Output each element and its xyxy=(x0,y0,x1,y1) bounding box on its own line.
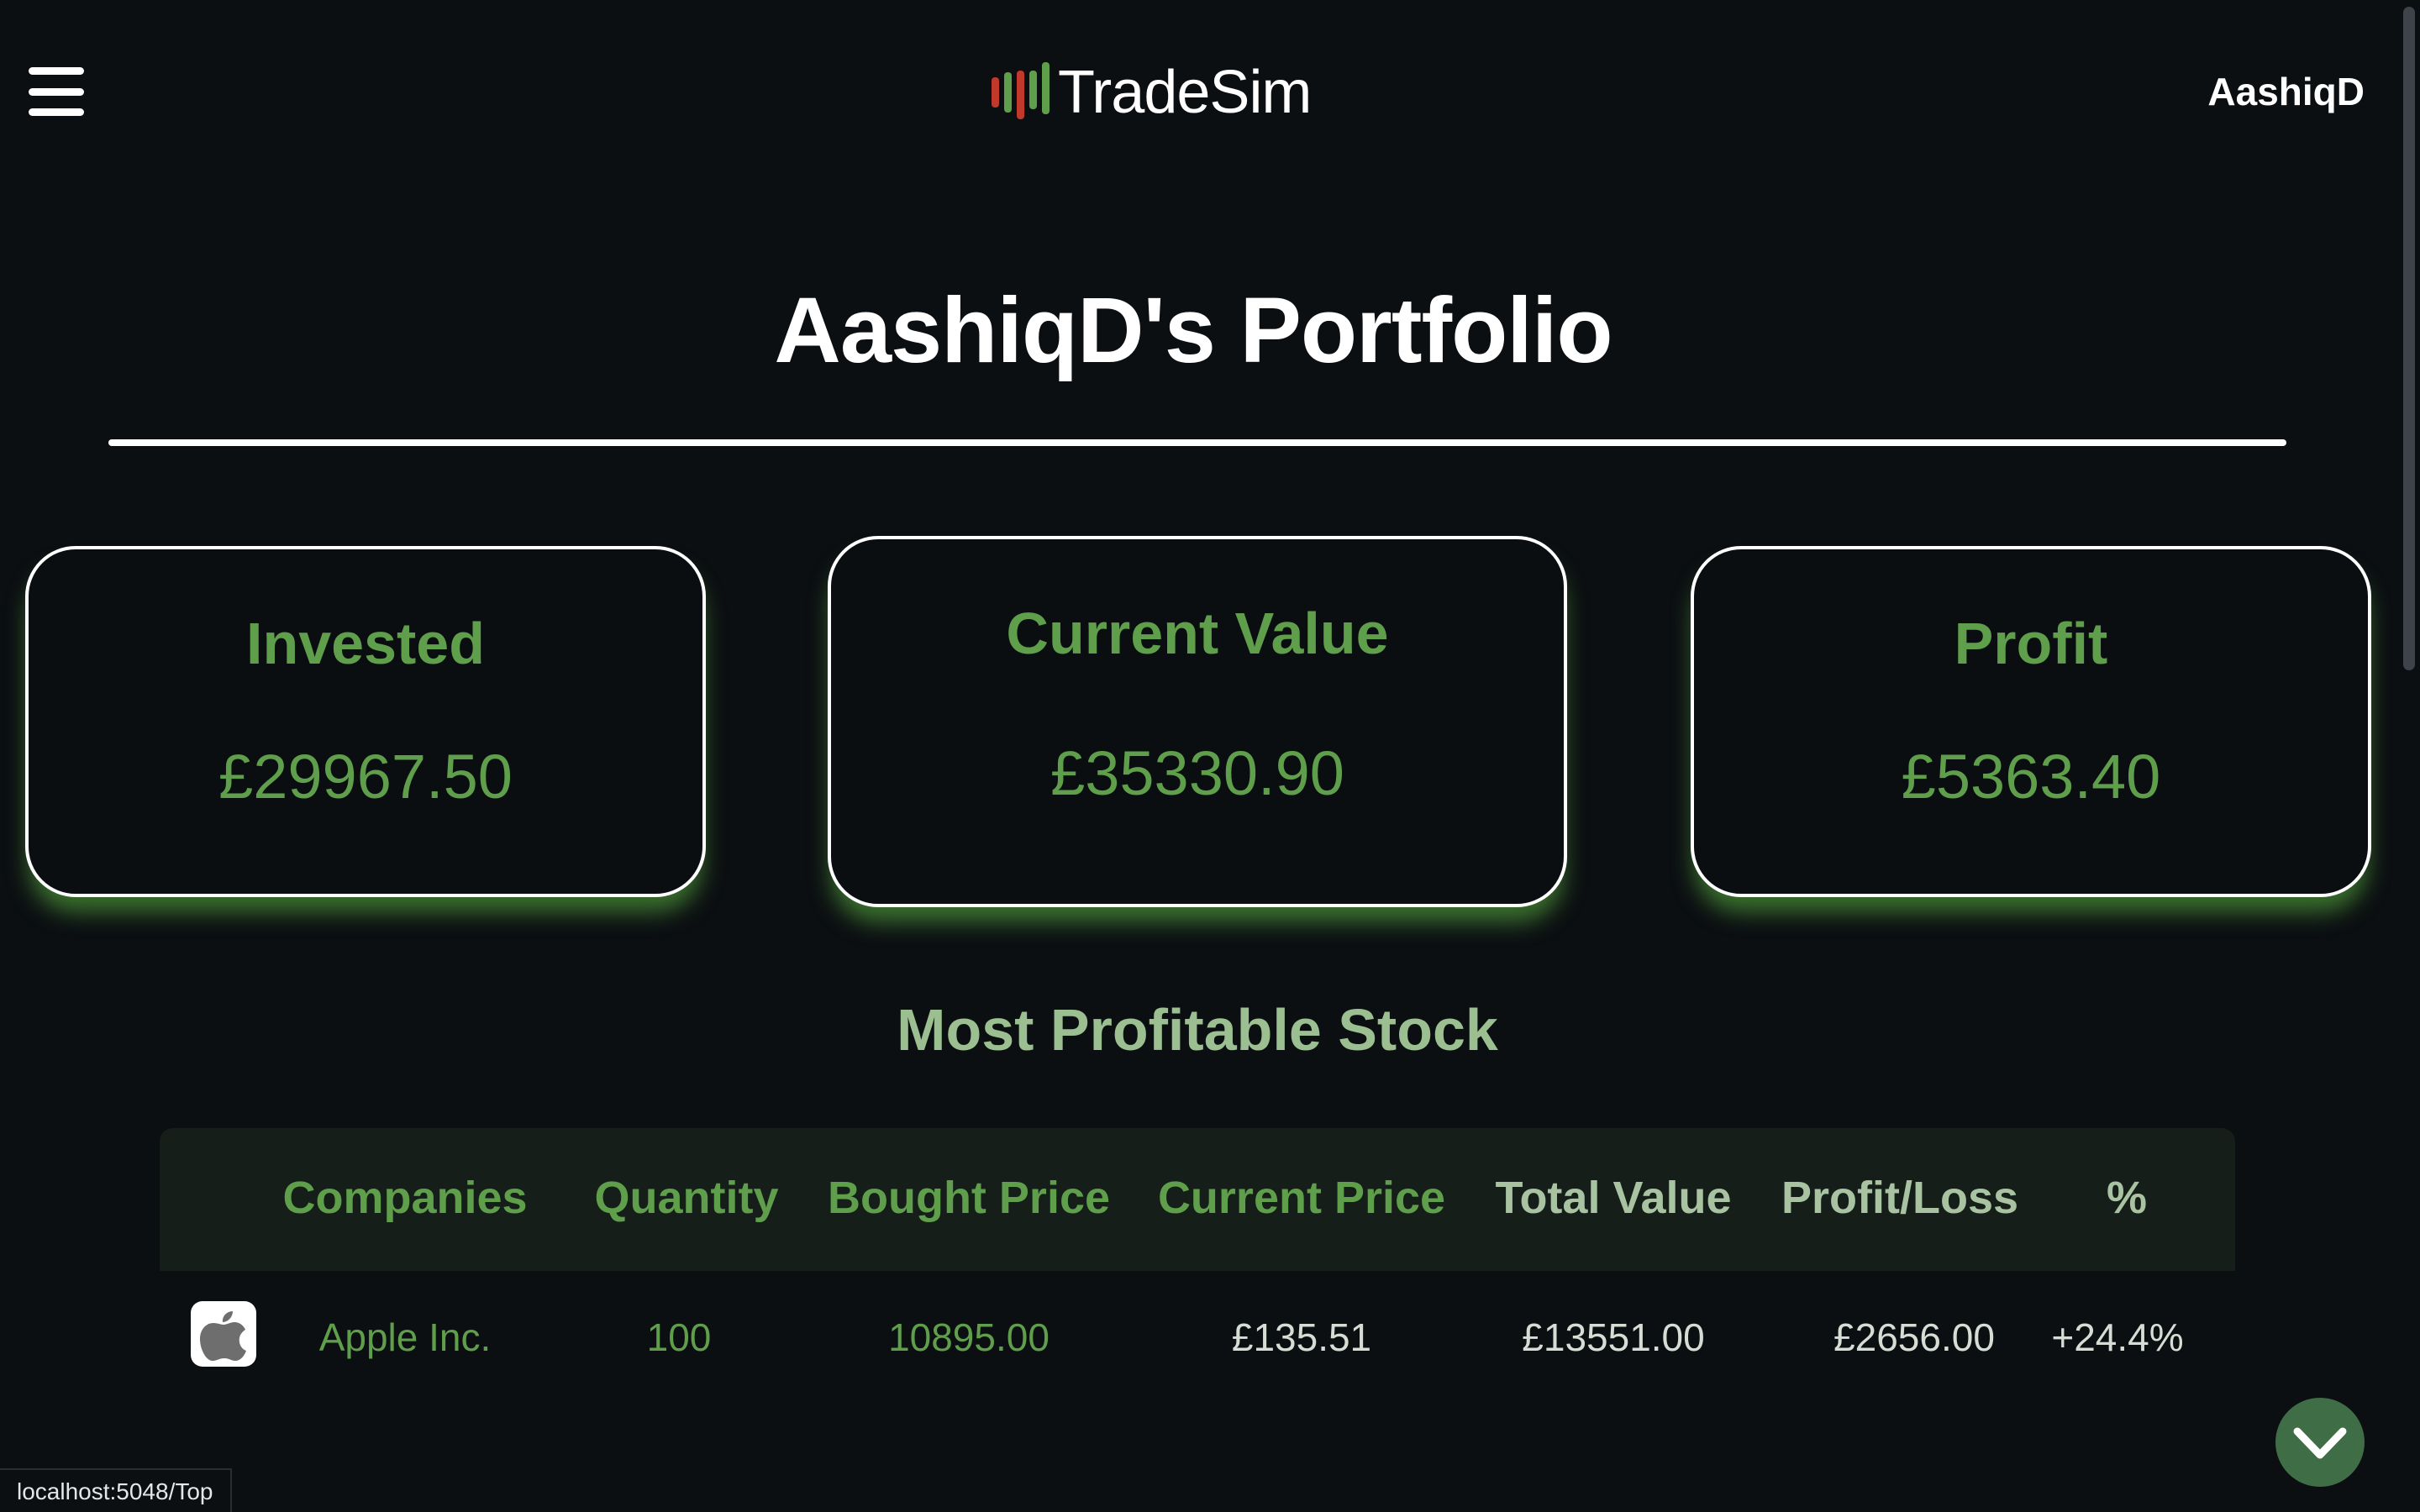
column-header-percent[interactable]: % xyxy=(2107,1172,2147,1224)
scrollbar-thumb[interactable] xyxy=(2403,7,2415,670)
app-logo[interactable]: TradeSim xyxy=(992,50,1312,134)
column-header-bought-price[interactable]: Bought Price xyxy=(828,1172,1110,1224)
chevron-down-icon xyxy=(2293,1427,2347,1459)
profit-value: £5363.40 xyxy=(1901,742,2161,811)
invested-card: Invested £29967.50 xyxy=(25,546,706,897)
section-title: Most Profitable Stock xyxy=(897,997,1498,1063)
apple-icon xyxy=(191,1301,256,1367)
logo-text: TradeSim xyxy=(1058,59,1312,126)
column-header-profit-loss[interactable]: Profit/Loss xyxy=(1781,1172,2018,1224)
invested-label: Invested xyxy=(246,611,485,676)
table-row[interactable]: Apple Inc. 100 10895.00 £135.51 £13551.0… xyxy=(160,1271,2235,1405)
column-header-companies[interactable]: Companies xyxy=(282,1172,527,1224)
page-title: AashiqD's Portfolio xyxy=(774,279,1612,382)
cell-percent: +24.4% xyxy=(2051,1315,2184,1359)
cell-total-value: £13551.00 xyxy=(1522,1315,1705,1359)
cell-current-price: £135.51 xyxy=(1231,1315,1372,1359)
cell-quantity: 100 xyxy=(646,1315,712,1359)
invested-value: £29967.50 xyxy=(218,742,513,811)
hamburger-menu-icon[interactable] xyxy=(29,67,84,116)
scrollbar-track[interactable] xyxy=(2396,0,2420,1512)
column-header-total-value[interactable]: Total Value xyxy=(1495,1172,1731,1224)
current-value-amount: £35330.90 xyxy=(1050,738,1344,808)
candlestick-chart-icon xyxy=(992,62,1050,119)
cell-bought-price: 10895.00 xyxy=(888,1315,1050,1359)
profit-card: Profit £5363.40 xyxy=(1691,546,2371,897)
current-value-card: Current Value £35330.90 xyxy=(828,536,1567,907)
profit-label: Profit xyxy=(1954,611,2108,676)
page-root: TradeSim AashiqD AashiqD's Portfolio Inv… xyxy=(0,0,2420,1512)
current-value-label: Current Value xyxy=(1006,601,1389,666)
cell-profit-loss: £2656.00 xyxy=(1833,1315,1995,1359)
status-bar-url: localhost:5048/Top xyxy=(0,1468,232,1512)
cell-company[interactable]: Apple Inc. xyxy=(319,1315,492,1360)
column-header-quantity[interactable]: Quantity xyxy=(594,1172,778,1224)
table-header: Companies Quantity Bought Price Current … xyxy=(160,1128,2235,1271)
user-name-link[interactable]: AashiqD xyxy=(2207,69,2365,114)
column-header-current-price[interactable]: Current Price xyxy=(1158,1172,1445,1224)
scroll-down-button[interactable] xyxy=(2275,1398,2365,1487)
title-divider xyxy=(108,439,2286,446)
